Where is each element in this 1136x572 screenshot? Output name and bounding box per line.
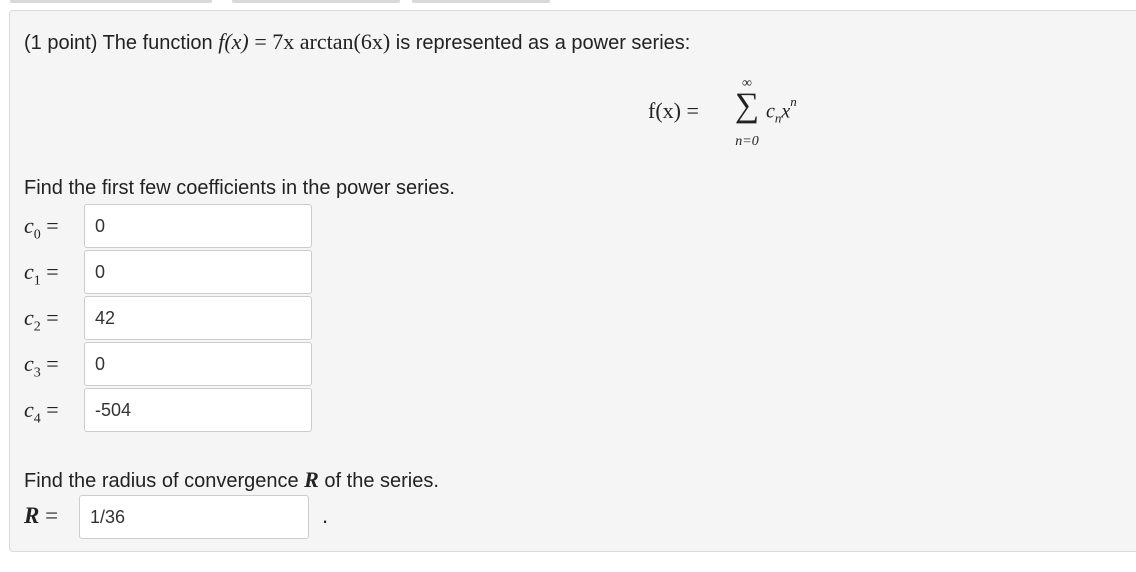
- function-lhs: f(x): [218, 29, 249, 54]
- equals-sign: =: [46, 351, 59, 376]
- top-tabs: [0, 0, 1136, 6]
- radius-row: R = .: [24, 495, 344, 539]
- top-tab-1[interactable]: [10, 0, 212, 3]
- coefficient-input-c0[interactable]: [84, 204, 312, 248]
- coefficient-index: 2: [33, 319, 41, 335]
- series-lhs: f(x) =: [648, 98, 699, 123]
- equals-sign: =: [45, 503, 59, 528]
- top-tab-2[interactable]: [232, 0, 400, 3]
- statement-intro: The function: [102, 32, 213, 54]
- equals-sign: =: [46, 397, 59, 422]
- top-tab-3[interactable]: [412, 0, 550, 3]
- coefficient-label: c3 =: [24, 351, 59, 381]
- equals-sign: =: [46, 259, 59, 284]
- term-exponent: n: [790, 94, 797, 109]
- coefficient-row-c3: c3 =: [24, 342, 324, 386]
- coefficient-label: c0 =: [24, 213, 59, 243]
- coefficient-symbol: c: [24, 213, 34, 238]
- radius-prompt-after: of the series.: [324, 470, 439, 492]
- radius-prompt: Find the radius of convergence R of the …: [24, 467, 439, 493]
- function-rhs: 7x arctan(6x): [272, 29, 391, 54]
- coefficient-symbol: c: [24, 351, 34, 376]
- equals-sign: =: [46, 213, 59, 238]
- coefficient-row-c2: c2 =: [24, 296, 324, 340]
- trailing-period: .: [322, 503, 329, 528]
- radius-symbol: R: [24, 503, 40, 528]
- radius-input[interactable]: [79, 495, 309, 539]
- coefficient-symbol: c: [24, 305, 34, 330]
- term-variable: x: [781, 100, 791, 123]
- coefficient-input-c4[interactable]: [84, 388, 312, 432]
- function-equals: =: [254, 29, 267, 54]
- summation: ∞ ∑ n=0: [732, 76, 762, 156]
- coefficient-symbol: c: [24, 397, 34, 422]
- coefficient-index: 3: [33, 365, 41, 381]
- coefficient-input-c1[interactable]: [84, 250, 312, 294]
- coefficient-row-c1: c1 =: [24, 250, 324, 294]
- radius-prompt-symbol: R: [304, 467, 319, 492]
- coefficient-index: 4: [33, 411, 41, 427]
- coefficient-label: c4 =: [24, 397, 59, 427]
- coefficient-input-c2[interactable]: [84, 296, 312, 340]
- coefficients-prompt: Find the first few coefficients in the p…: [24, 177, 455, 199]
- points-label: (1 point): [24, 32, 98, 54]
- coefficient-row-c0: c0 =: [24, 204, 324, 248]
- coefficient-index: 1: [33, 273, 41, 289]
- coefficient-label: c2 =: [24, 305, 59, 335]
- coefficient-index: 0: [33, 227, 41, 243]
- sigma-symbol: ∑: [734, 87, 760, 124]
- coefficient-row-c4: c4 =: [24, 388, 324, 432]
- coefficient-input-c3[interactable]: [84, 342, 312, 386]
- radius-label: R =: [24, 503, 58, 529]
- sum-lower-limit: n=0: [735, 134, 759, 149]
- coefficient-label: c1 =: [24, 259, 59, 289]
- coefficient-symbol: c: [24, 259, 34, 284]
- radius-prompt-before: Find the radius of convergence: [24, 470, 299, 492]
- series-term: cnxn: [766, 94, 797, 127]
- term-base: c: [766, 100, 775, 123]
- equals-sign: =: [46, 305, 59, 330]
- problem-statement: (1 point) The function f(x) = 7x arctan(…: [24, 29, 690, 55]
- power-series-formula: f(x) = ∞ ∑ n=0 cnxn: [648, 76, 838, 156]
- statement-outro: is represented as a power series:: [395, 32, 691, 54]
